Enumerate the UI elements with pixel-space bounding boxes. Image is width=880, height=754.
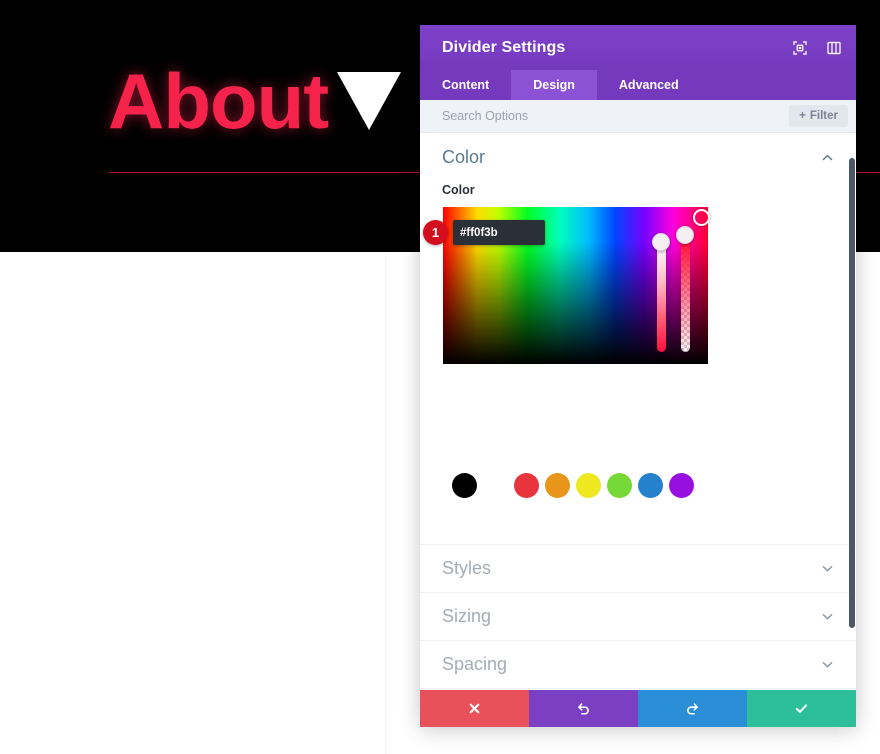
accordion-list: Styles Sizing Spacing xyxy=(420,544,856,690)
alpha-slider-track[interactable] xyxy=(681,240,690,352)
section-header-styles[interactable]: Styles xyxy=(420,544,856,592)
filter-button[interactable]: + Filter xyxy=(789,105,848,127)
check-icon xyxy=(794,701,809,716)
color-field-label: Color xyxy=(442,183,475,197)
undo-icon xyxy=(576,701,591,716)
hex-color-input[interactable] xyxy=(453,220,545,245)
hue-slider-track[interactable] xyxy=(657,240,666,352)
section-header-color[interactable]: Color xyxy=(420,133,856,181)
save-button[interactable] xyxy=(747,690,856,727)
swatch-white[interactable] xyxy=(483,473,508,498)
focus-target-icon[interactable] xyxy=(792,40,808,56)
picker-cursor-handle[interactable] xyxy=(693,209,710,226)
modal-scroll-region: Color Color 1 #ff0f3b Styles Sizing Spac… xyxy=(420,133,856,690)
swatch-red[interactable] xyxy=(514,473,539,498)
undo-button[interactable] xyxy=(529,690,638,727)
hue-slider-handle[interactable] xyxy=(652,233,670,251)
step-badge-1: 1 xyxy=(423,220,448,245)
redo-icon xyxy=(685,701,700,716)
modal-scrollbar-track[interactable] xyxy=(846,133,856,690)
chevron-down-icon[interactable] xyxy=(821,562,834,575)
swatch-green[interactable] xyxy=(607,473,632,498)
redo-button[interactable] xyxy=(638,690,747,727)
screen-root: About Divider Settings Content Design Ad… xyxy=(0,0,880,754)
modal-footer xyxy=(420,690,856,727)
tab-content[interactable]: Content xyxy=(420,70,511,100)
color-picker: 1 xyxy=(423,207,710,364)
plus-icon: + xyxy=(799,110,806,122)
swatch-purple[interactable] xyxy=(669,473,694,498)
swatch-yellow[interactable] xyxy=(576,473,601,498)
swatch-black[interactable] xyxy=(452,473,477,498)
page-column-divider xyxy=(385,252,386,754)
swatch-orange[interactable] xyxy=(545,473,570,498)
page-title: About xyxy=(108,57,329,145)
section-header-box-shadow[interactable]: Box Shadow xyxy=(420,688,856,690)
modal-title: Divider Settings xyxy=(442,38,566,56)
modal-scrollbar-thumb[interactable] xyxy=(849,158,855,628)
chevron-down-icon[interactable] xyxy=(821,658,834,671)
cancel-button[interactable] xyxy=(420,690,529,727)
close-icon xyxy=(467,701,482,716)
hex-input-group xyxy=(453,220,545,245)
section-title-spacing: Spacing xyxy=(442,654,508,674)
section-header-sizing[interactable]: Sizing xyxy=(420,592,856,640)
section-title-color: Color xyxy=(442,146,486,167)
section-header-spacing[interactable]: Spacing xyxy=(420,640,856,688)
color-swatch-row xyxy=(443,473,708,498)
filter-button-label: Filter xyxy=(809,110,838,122)
modal-header-actions xyxy=(792,40,842,56)
section-title-sizing: Sizing xyxy=(442,606,492,626)
chevron-down-icon[interactable] xyxy=(821,610,834,623)
section-title-styles: Styles xyxy=(442,558,492,578)
triangle-down-icon xyxy=(337,72,401,130)
layout-panel-icon[interactable] xyxy=(826,40,842,56)
swatch-blue[interactable] xyxy=(638,473,663,498)
chevron-up-icon[interactable] xyxy=(821,151,834,164)
modal-tabs: Content Design Advanced xyxy=(420,70,856,100)
tab-design[interactable]: Design xyxy=(511,70,597,100)
alpha-slider-handle[interactable] xyxy=(676,226,694,244)
modal-header: Divider Settings xyxy=(420,25,856,70)
search-input[interactable] xyxy=(442,109,790,123)
divider-settings-modal: Divider Settings Content Design Advanced… xyxy=(420,25,856,727)
search-bar: + Filter xyxy=(420,100,856,133)
tab-advanced[interactable]: Advanced xyxy=(597,70,701,100)
modal-body: Color Color 1 #ff0f3b Styles Sizing Spac… xyxy=(420,133,856,690)
